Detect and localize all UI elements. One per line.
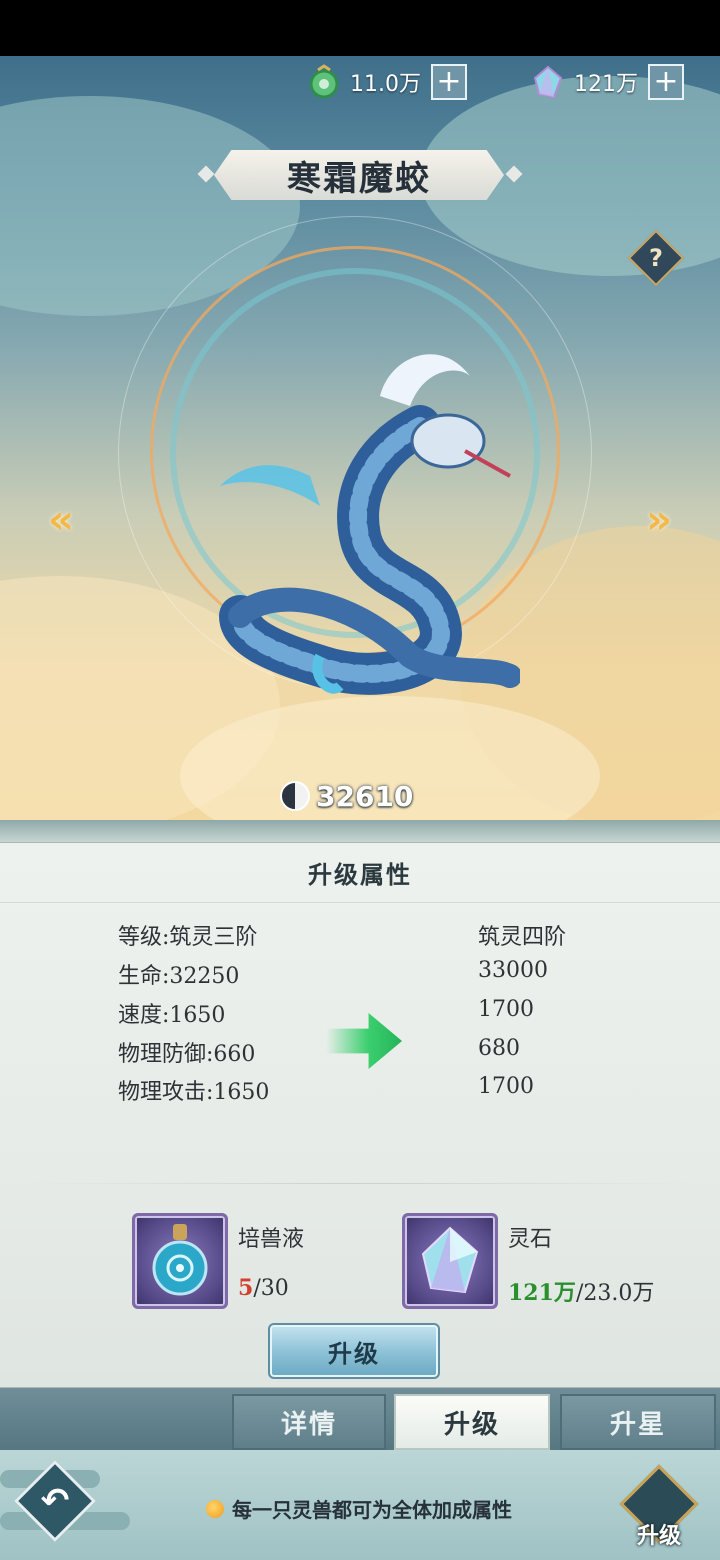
tip-message: 每一只灵兽都可为全体加成属性 bbox=[206, 1494, 512, 1523]
material-need: /30 bbox=[253, 1276, 289, 1301]
material-have: 5 bbox=[238, 1275, 254, 1301]
jade-coin-icon bbox=[309, 64, 339, 99]
tab-details[interactable]: 详情 bbox=[232, 1394, 386, 1450]
stat-current: 物理攻击:1650 bbox=[118, 1080, 270, 1105]
back-arrow-icon: ↶ bbox=[40, 1481, 70, 1521]
crystal-amount: 121万 bbox=[574, 72, 638, 97]
spirit-crystal-icon bbox=[533, 65, 563, 99]
upgrade-button[interactable]: 升级 bbox=[268, 1323, 440, 1379]
beast-name-title: 寒霜魔蛟 bbox=[214, 150, 504, 200]
potion-bottle-icon bbox=[152, 1224, 208, 1296]
beast-display-scene: 11.0万 + 121万 + 寒霜魔蛟 ? « » 32610 bbox=[0, 56, 720, 820]
material-name: 培兽液 bbox=[238, 1227, 305, 1252]
combat-power: 32610 bbox=[280, 776, 413, 816]
info-dot-icon bbox=[206, 1499, 224, 1518]
stat-next: 1700 bbox=[478, 1074, 534, 1099]
material-count: 121万/23.0万 bbox=[508, 1275, 654, 1307]
stat-row-speed: 速度:1650 1700 bbox=[0, 993, 720, 1029]
emblem-label: 升级 bbox=[636, 1523, 681, 1549]
currency-crystal: 121万 + bbox=[530, 62, 684, 102]
add-crystal-button[interactable]: + bbox=[648, 64, 684, 100]
stat-current: 速度:1650 bbox=[118, 1003, 226, 1028]
spirit-stone-icon bbox=[421, 1226, 479, 1294]
tab-star-up[interactable]: 升星 bbox=[560, 1394, 716, 1450]
combat-power-value: 32610 bbox=[316, 779, 414, 813]
stat-next: 33000 bbox=[478, 958, 548, 983]
stat-next: 1700 bbox=[478, 997, 534, 1022]
bottom-bar: ↶ 每一只灵兽都可为全体加成属性 升级 bbox=[0, 1450, 720, 1560]
divider-line bbox=[30, 1183, 690, 1184]
upgrade-panel: 升级属性 等级:筑灵三阶 筑灵四阶 生命:32250 33000 速度:1650… bbox=[0, 842, 720, 1388]
status-bar bbox=[0, 0, 720, 56]
material-need: /23.0万 bbox=[575, 1281, 655, 1306]
stat-row-attack: 物理攻击:1650 1700 bbox=[0, 1070, 720, 1106]
material-potion-slot[interactable] bbox=[132, 1213, 228, 1309]
currency-jade: 11.0万 + bbox=[306, 62, 467, 102]
question-icon: ? bbox=[649, 244, 663, 272]
material-name: 灵石 bbox=[508, 1227, 553, 1252]
tab-bar: 详情 升级 升星 bbox=[0, 1388, 720, 1450]
stat-next: 筑灵四阶 bbox=[478, 925, 567, 950]
next-beast-button[interactable]: » bbox=[634, 497, 684, 543]
material-count: 5/30 bbox=[238, 1275, 289, 1301]
section-divider bbox=[0, 820, 720, 842]
material-stone-slot[interactable] bbox=[402, 1213, 498, 1309]
stat-row-level: 等级:筑灵三阶 筑灵四阶 bbox=[0, 915, 720, 951]
tab-upgrade[interactable]: 升级 bbox=[394, 1394, 550, 1450]
stat-current: 生命:32250 bbox=[118, 964, 240, 989]
level-up-emblem[interactable]: 升级 bbox=[619, 1464, 699, 1554]
stat-next: 680 bbox=[478, 1036, 520, 1061]
panel-title: 升级属性 bbox=[0, 843, 720, 903]
add-jade-button[interactable]: + bbox=[431, 64, 467, 100]
stat-current: 物理防御:660 bbox=[118, 1042, 256, 1067]
tip-text: 每一只灵兽都可为全体加成属性 bbox=[232, 1498, 512, 1522]
frost-dragon-illustration bbox=[219, 354, 520, 695]
stat-current: 等级:筑灵三阶 bbox=[118, 925, 258, 950]
jade-amount: 11.0万 bbox=[350, 72, 421, 97]
material-have: 121万 bbox=[508, 1280, 576, 1306]
yinyang-icon bbox=[280, 781, 310, 811]
stat-row-hp: 生命:32250 33000 bbox=[0, 954, 720, 990]
previous-beast-button[interactable]: « bbox=[36, 497, 86, 543]
